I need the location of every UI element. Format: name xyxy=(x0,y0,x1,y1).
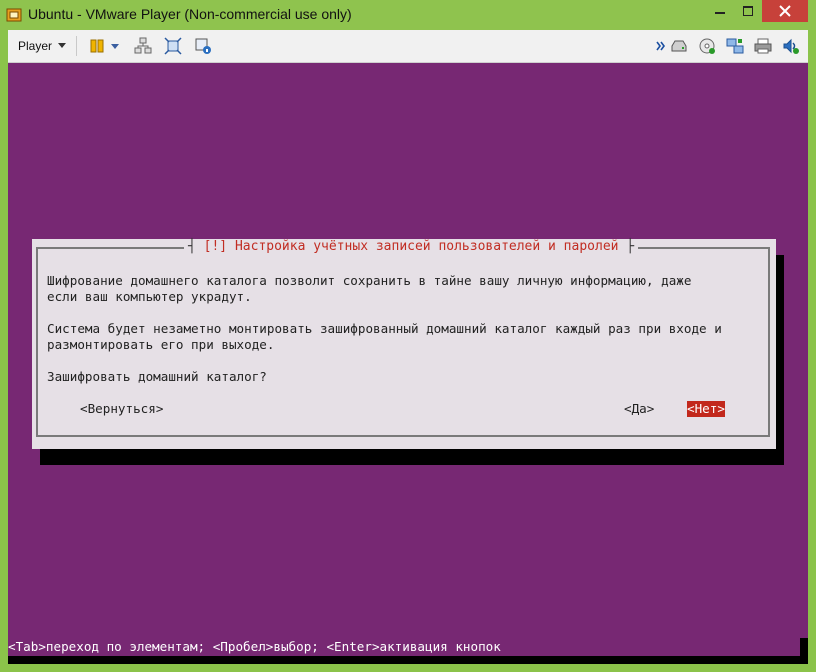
minimize-icon xyxy=(715,12,725,14)
installer-status-line: <Tab>переход по элементам; <Пробел>выбор… xyxy=(8,639,501,654)
yes-button[interactable]: <Да> xyxy=(624,401,654,417)
fullscreen-icon[interactable] xyxy=(164,37,182,55)
printer-icon[interactable] xyxy=(754,37,772,55)
chevron-down-icon xyxy=(58,43,67,48)
maximize-button[interactable] xyxy=(734,0,762,22)
dialog-paragraph-mount: Система будет незаметно монтировать заши… xyxy=(47,321,722,352)
sound-icon[interactable] xyxy=(782,37,800,55)
cd-icon[interactable] xyxy=(698,37,716,55)
unity-icon[interactable] xyxy=(194,37,212,55)
toolbar-separator xyxy=(76,36,77,56)
player-menu-button[interactable]: Player xyxy=(18,39,67,53)
vm-bottom-strip xyxy=(8,656,808,664)
close-button[interactable] xyxy=(762,0,808,22)
window-frame-left xyxy=(0,30,8,672)
vmware-app-icon xyxy=(6,8,22,22)
window-title: Ubuntu - VMware Player (Non-commercial u… xyxy=(28,6,352,22)
maximize-icon xyxy=(743,6,753,16)
pause-icon[interactable] xyxy=(88,37,106,55)
installer-dialog: ┤ [!] Настройка учётных записей пользова… xyxy=(32,239,776,449)
vmware-player-window: Ubuntu - VMware Player (Non-commercial u… xyxy=(0,0,816,672)
send-ctrl-alt-del-icon[interactable] xyxy=(134,37,152,55)
back-button[interactable]: <Вернуться> xyxy=(80,401,163,417)
hard-disk-icon[interactable] xyxy=(670,37,688,55)
window-frame-right xyxy=(808,30,816,672)
no-button[interactable]: <Нет> xyxy=(687,401,725,417)
dialog-question: Зашифровать домашний каталог? xyxy=(47,369,267,384)
toolbar: Player xyxy=(8,30,808,63)
minimize-button[interactable] xyxy=(706,0,734,22)
close-icon xyxy=(779,5,791,17)
network-icon[interactable] xyxy=(726,37,744,55)
title-bar[interactable]: Ubuntu - VMware Player (Non-commercial u… xyxy=(0,0,816,30)
vm-display[interactable]: ┤ [!] Настройка учётных записей пользова… xyxy=(8,63,808,664)
player-menu-label: Player xyxy=(18,39,53,53)
more-devices-icon[interactable] xyxy=(656,37,666,55)
dialog-paragraph-encryption: Шифрование домашнего каталога позволит с… xyxy=(47,273,692,304)
dialog-title: ┤ [!] Настройка учётных записей пользова… xyxy=(184,239,639,255)
pause-dropdown-chevron-icon[interactable] xyxy=(110,37,120,55)
